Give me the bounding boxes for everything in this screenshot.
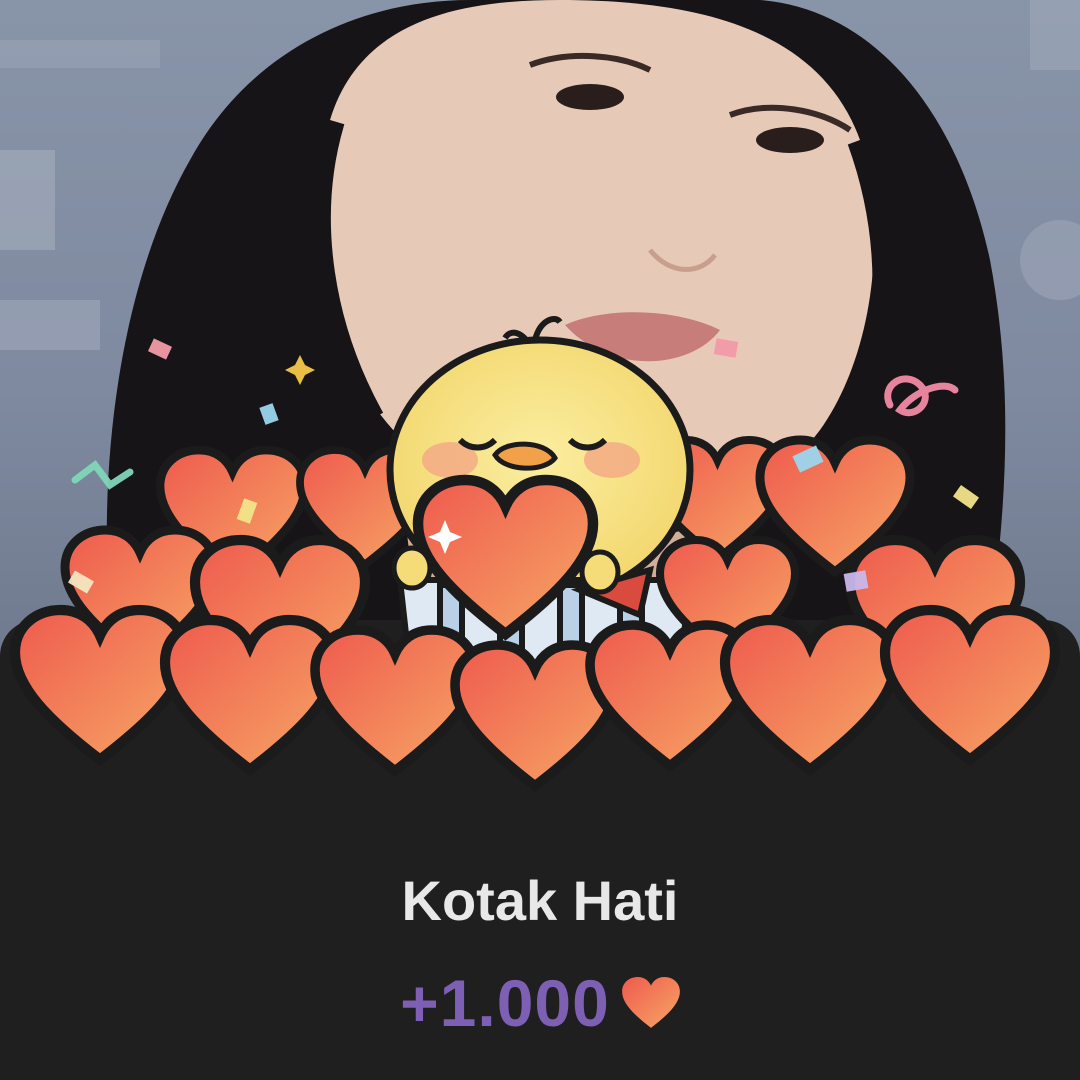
gift-title: Kotak Hati — [401, 869, 679, 932]
reward-amount: +1.000 — [400, 966, 610, 1040]
reward-row: +1.000 — [0, 965, 1080, 1041]
heart-icon — [621, 977, 680, 1029]
heart-box-sticker — [0, 300, 1080, 820]
